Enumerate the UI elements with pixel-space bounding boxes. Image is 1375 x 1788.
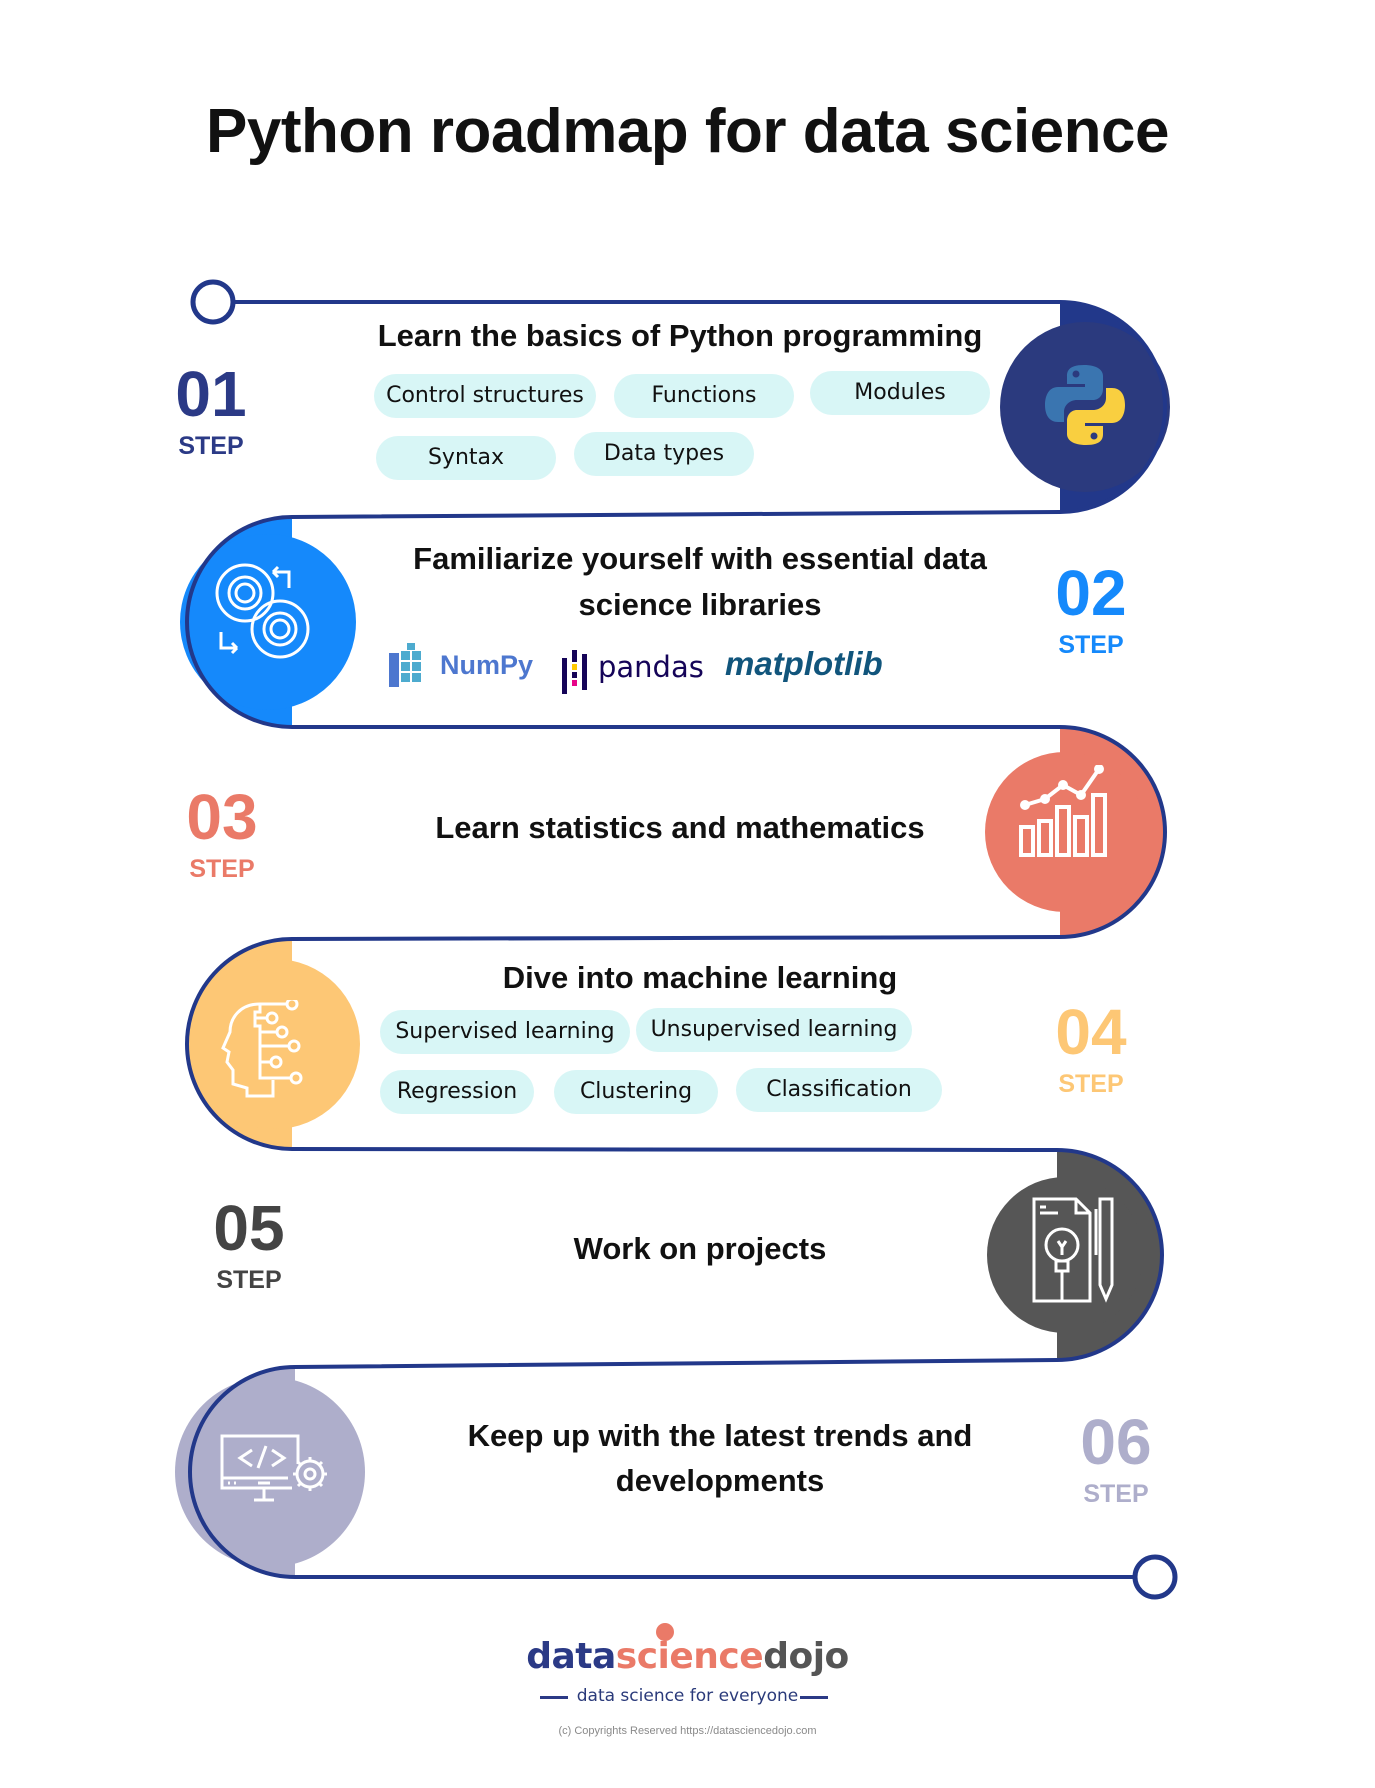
pill-regression: Regression [380, 1070, 534, 1114]
step3-heading: Learn statistics and mathematics [435, 810, 925, 845]
python-logo-icon [1045, 365, 1125, 445]
step6-number: 06 [1080, 1406, 1152, 1478]
brand-logo: datasciencedojo [0, 1636, 1375, 1677]
brand-part-dojo: dojo [763, 1636, 849, 1677]
brand-part-data: data [526, 1636, 616, 1677]
step1-number: 01 [175, 358, 247, 430]
pill-functions: Functions [614, 374, 794, 418]
step6-label: STEP [1083, 1480, 1149, 1508]
step4-heading: Dive into machine learning [502, 960, 898, 995]
pandas-label: pandas [598, 650, 704, 684]
step6-heading-line2: developments [615, 1463, 825, 1498]
pill-classification: Classification [736, 1068, 942, 1112]
step2-label: STEP [1058, 631, 1124, 659]
step3-label: STEP [189, 855, 255, 883]
end-node [1132, 1554, 1178, 1600]
lightbulb-document-pencil-icon [1032, 1197, 1114, 1303]
pill-data-types: Data types [574, 432, 754, 476]
step5-heading: Work on projects [573, 1231, 827, 1266]
step5-label: STEP [216, 1266, 282, 1294]
gears-icon [215, 563, 310, 659]
step1-heading: Learn the basics of Python programming [377, 318, 983, 353]
step2-number: 02 [1055, 557, 1127, 629]
step5-number: 05 [213, 1192, 285, 1264]
numpy-logo-icon [389, 643, 421, 687]
brand-tagline: data science for everyone [576, 1686, 799, 1706]
pandas-logo-icon [562, 650, 587, 694]
monitor-code-gear-icon [220, 1434, 327, 1502]
roadmap-path [175, 279, 1178, 1600]
matplotlib-label: matplotlib [725, 645, 883, 682]
tagline-dash-right [800, 1696, 828, 1699]
numpy-label: NumPy [440, 650, 534, 680]
pill-unsupervised-learning: Unsupervised learning [636, 1008, 912, 1052]
step2-heading-line1: Familiarize yourself with essential data [413, 541, 987, 576]
pill-control-structures: Control structures [374, 374, 596, 418]
step2-heading-line2: science libraries [578, 587, 822, 622]
pill-clustering: Clustering [554, 1070, 718, 1114]
pill-supervised-learning: Supervised learning [380, 1010, 630, 1054]
copyright-text: (c) Copyrights Reserved https://datascie… [558, 1725, 817, 1737]
pill-modules: Modules [810, 371, 990, 415]
step4-label: STEP [1058, 1070, 1124, 1098]
brand-dot-icon [656, 1623, 674, 1641]
step1-label: STEP [178, 432, 244, 460]
bar-chart-trend-icon [1019, 765, 1107, 857]
step6-heading-line1: Keep up with the latest trends and [467, 1418, 973, 1453]
brand-part-science: science [615, 1636, 764, 1677]
step4-number: 04 [1055, 996, 1127, 1068]
pill-syntax: Syntax [376, 436, 556, 480]
step3-number: 03 [186, 781, 258, 853]
start-node [190, 279, 236, 325]
ai-head-icon [221, 1000, 303, 1098]
